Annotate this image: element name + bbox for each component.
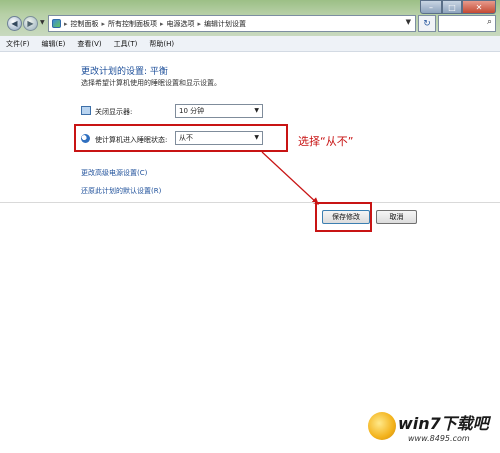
watermark-brand: win7下载吧 (398, 414, 489, 433)
chevron-right-icon: ▸ (101, 19, 106, 28)
chevron-right-icon: ▸ (64, 19, 68, 28)
menu-edit[interactable]: 编辑(E) (42, 39, 66, 49)
refresh-button[interactable]: ↻ (418, 15, 436, 32)
menu-file[interactable]: 文件(F) (6, 39, 30, 49)
chevron-down-icon[interactable]: ▼ (254, 105, 259, 117)
close-button[interactable]: ✕ (462, 0, 496, 14)
annotation-arrow (261, 151, 319, 205)
display-off-value: 10 分钟 (179, 107, 205, 115)
menu-tools[interactable]: 工具(T) (114, 39, 138, 49)
back-button[interactable]: ◀ (7, 16, 22, 31)
chevron-right-icon: ▸ (160, 19, 164, 28)
search-icon[interactable]: ⌕ (487, 17, 492, 27)
watermark: win7下载吧 www.8495.com (364, 408, 498, 450)
menu-view[interactable]: 查看(V) (77, 39, 101, 49)
maximize-button[interactable]: □ (442, 0, 462, 14)
display-off-select[interactable]: 10 分钟 ▼ (175, 104, 263, 118)
watermark-url: www.8495.com (408, 434, 470, 443)
control-panel-icon (52, 19, 61, 28)
display-off-label: 关闭显示器: (95, 108, 133, 116)
window-controls: – □ ✕ (420, 0, 496, 14)
restore-defaults-link[interactable]: 还原此计划的默认设置(R) (81, 186, 161, 196)
menu-help[interactable]: 帮助(H) (149, 39, 174, 49)
annotation-text: 选择“从不” (298, 135, 354, 148)
chevron-right-icon: ▸ (197, 19, 202, 28)
breadcrumb-item[interactable]: 电源选项 (167, 19, 195, 29)
page-title: 更改计划的设置: 平衡 (81, 67, 168, 77)
title-bar: – □ ✕ ◀ ▶ ▼ ▸ 控制面板 ▸ 所有控制面板项 ▸ 电源选项 ▸ 编辑… (0, 0, 500, 36)
search-input[interactable]: ⌕ (438, 15, 496, 32)
forward-button[interactable]: ▶ (23, 16, 38, 31)
address-history-chevron-icon[interactable]: ▼ (406, 18, 411, 26)
page-description: 选择希望计算机使用的睡眠设置和显示设置。 (81, 79, 221, 87)
monitor-icon (81, 106, 91, 115)
minimize-button[interactable]: – (420, 0, 442, 14)
watermark-logo-icon (368, 412, 396, 440)
cancel-button[interactable]: 取消 (376, 210, 417, 224)
advanced-power-settings-link[interactable]: 更改高级电源设置(C) (81, 168, 147, 178)
breadcrumb-item[interactable]: 控制面板 (71, 19, 99, 29)
breadcrumb-item[interactable]: 编辑计划设置 (204, 19, 246, 29)
address-bar[interactable]: ▸ 控制面板 ▸ 所有控制面板项 ▸ 电源选项 ▸ 编辑计划设置 ▼ (48, 15, 416, 32)
divider (0, 202, 500, 203)
recent-pages-chevron-icon[interactable]: ▼ (40, 19, 45, 26)
sleep-highlight-box (74, 124, 288, 152)
menu-bar: 文件(F) 编辑(E) 查看(V) 工具(T) 帮助(H) (0, 36, 500, 52)
breadcrumb-item[interactable]: 所有控制面板项 (108, 19, 157, 29)
save-button[interactable]: 保存修改 (322, 210, 370, 224)
control-panel-window: – □ ✕ ◀ ▶ ▼ ▸ 控制面板 ▸ 所有控制面板项 ▸ 电源选项 ▸ 编辑… (0, 0, 500, 453)
